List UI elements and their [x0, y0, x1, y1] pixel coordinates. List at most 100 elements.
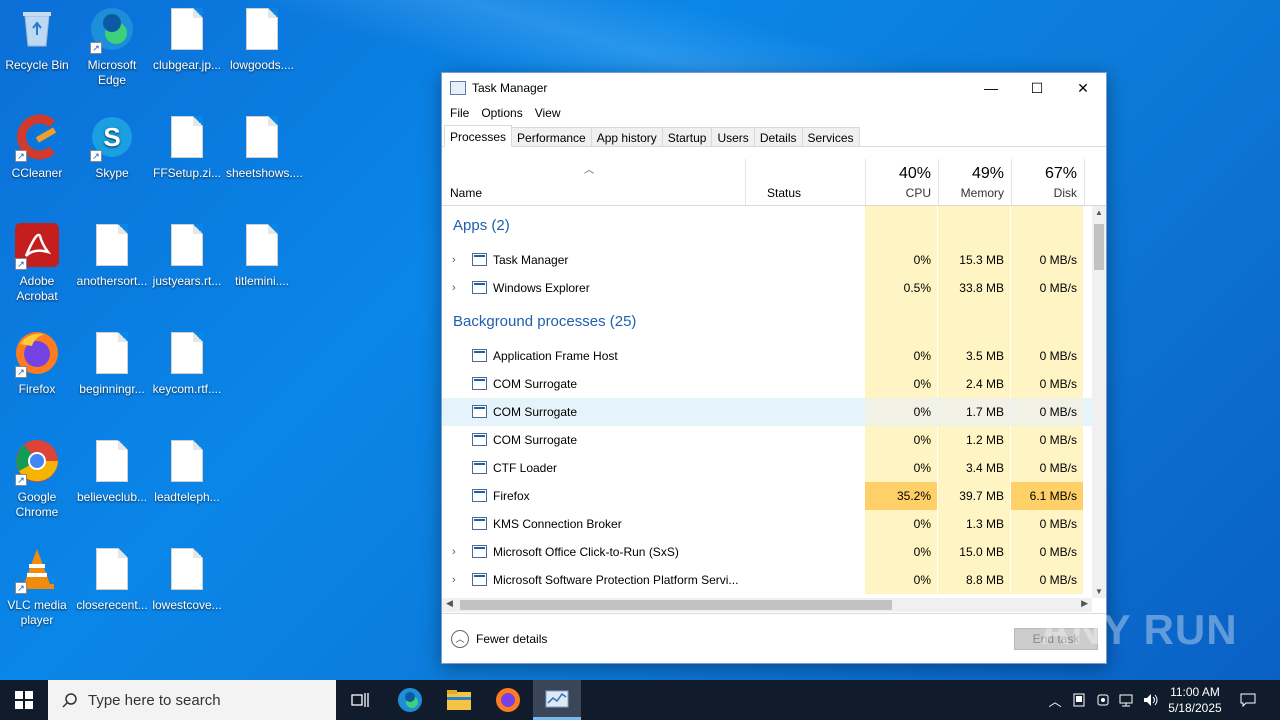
tab-performance[interactable]: Performance [511, 127, 592, 146]
desktop-icon[interactable]: ↗ Adobe Acrobat [1, 222, 73, 304]
column-status[interactable]: Status [767, 186, 801, 200]
tab-details[interactable]: Details [753, 127, 803, 146]
expand-chevron-icon[interactable]: › [452, 538, 456, 566]
column-cpu[interactable]: CPU [865, 186, 931, 200]
process-row[interactable]: Firefox 35.2% 39.7 MB 6.1 MB/s [442, 482, 1092, 510]
desktop-icon[interactable]: S ↗ Skype [76, 114, 148, 181]
desktop-icon[interactable]: lowgoods.... [226, 6, 298, 73]
desktop-icon[interactable]: sheetshows.... [226, 114, 303, 181]
process-row[interactable]: KMS Connection Broker 0% 1.3 MB 0 MB/s [442, 510, 1092, 538]
column-disk[interactable]: Disk [1011, 186, 1077, 200]
clock[interactable]: 11:00 AM 5/18/2025 [1162, 684, 1228, 716]
scroll-down-icon[interactable]: ▼ [1095, 587, 1103, 596]
device-icon [1097, 694, 1109, 706]
process-row[interactable]: Application Frame Host 0% 3.5 MB 0 MB/s [442, 342, 1092, 370]
ccleaner-icon: ↗ [13, 114, 61, 162]
desktop-icon[interactable]: anothersort... [76, 222, 148, 289]
desktop-icon[interactable]: keycom.rtf.... [151, 330, 223, 397]
horizontal-scroll-thumb[interactable] [460, 600, 892, 610]
scroll-left-icon[interactable]: ◀ [446, 598, 453, 609]
fewer-details-button[interactable]: ︿ Fewer details [451, 630, 547, 648]
process-row[interactable]: CTF Loader 0% 3.4 MB 0 MB/s [442, 454, 1092, 482]
network-button[interactable] [1116, 680, 1138, 720]
tab-processes[interactable]: Processes [444, 125, 513, 147]
process-icon [472, 377, 487, 390]
desktop-icon[interactable]: Recycle Bin [1, 6, 73, 73]
desktop-icon[interactable]: ↗ VLC media player [1, 546, 73, 628]
group-row-background: Background processes (25) [442, 302, 1092, 342]
process-name: COM Surrogate [493, 377, 578, 391]
process-row[interactable]: COM Surrogate 0% 1.7 MB 0 MB/s [442, 398, 1092, 426]
process-icon [472, 281, 487, 294]
expand-chevron-icon[interactable]: › [452, 246, 456, 274]
process-name: COM Surrogate [493, 405, 578, 419]
tab-users[interactable]: Users [711, 127, 755, 146]
desktop-icon[interactable]: leadteleph... [151, 438, 223, 505]
process-row[interactable]: COM Surrogate 0% 2.4 MB 0 MB/s [442, 370, 1092, 398]
process-row[interactable]: COM Surrogate 0% 1.2 MB 0 MB/s [442, 426, 1092, 454]
desktop-icon[interactable]: justyears.rt... [151, 222, 223, 289]
maximize-button[interactable]: ☐ [1014, 73, 1060, 103]
notification-icon [1240, 693, 1256, 707]
scroll-up-icon[interactable]: ▲ [1095, 208, 1103, 217]
process-icon [472, 489, 487, 502]
menu-view[interactable]: View [535, 106, 561, 120]
process-row[interactable]: › Microsoft Office Click-to-Run (SxS) 0% 15… [442, 538, 1092, 566]
taskbar-firefox[interactable] [484, 680, 532, 720]
start-button[interactable] [0, 680, 48, 720]
column-name[interactable]: Name [450, 186, 482, 200]
desktop-icon[interactable]: ↗ Google Chrome [1, 438, 73, 520]
taskbar-task-manager[interactable] [533, 680, 581, 720]
desktop-icon[interactable]: clubgear.jp... [151, 6, 223, 73]
expand-chevron-icon[interactable]: › [452, 566, 456, 594]
process-memory: 1.3 MB [965, 517, 1004, 531]
desktop-icon[interactable]: ↗ Firefox [1, 330, 73, 397]
show-hidden-icons[interactable]: ︿ [1044, 680, 1066, 720]
vertical-scrollbar[interactable]: ▲ ▼ [1092, 206, 1106, 598]
volume-button[interactable] [1140, 680, 1162, 720]
process-cpu: 35.2% [896, 489, 931, 503]
taskbar-search[interactable]: Type here to search [48, 680, 336, 720]
close-button[interactable]: ✕ [1060, 73, 1106, 103]
desktop-icon-label: lowestcove... [152, 598, 222, 612]
desktop-icon[interactable]: believeclub... [76, 438, 148, 505]
tab-services[interactable]: Services [801, 127, 860, 146]
process-name: Windows Explorer [493, 281, 590, 295]
desktop-icon[interactable]: ↗ Microsoft Edge [76, 6, 148, 88]
process-row[interactable]: › Windows Explorer 0.5% 33.8 MB 0 MB/s [442, 274, 1092, 302]
process-disk: 0 MB/s [1039, 377, 1077, 391]
column-memory[interactable]: Memory [938, 186, 1004, 200]
disk-percent[interactable]: 67% [1011, 165, 1077, 183]
title-bar[interactable]: Task Manager — ☐ ✕ [442, 73, 1106, 103]
cpu-percent[interactable]: 40% [865, 165, 931, 183]
desktop-icon[interactable]: lowestcove... [151, 546, 223, 613]
desktop-icon[interactable]: titlemini.... [226, 222, 298, 289]
taskbar-edge[interactable] [386, 680, 434, 720]
minimize-button[interactable]: — [968, 73, 1014, 103]
desktop-icon[interactable]: closerecent... [76, 546, 148, 613]
desktop-icon-label: sheetshows.... [226, 166, 303, 180]
desktop-icon[interactable]: FFSetup.zi... [151, 114, 223, 181]
tab-app-history[interactable]: App history [590, 127, 663, 146]
tray-device-icon[interactable] [1092, 680, 1114, 720]
menu-options[interactable]: Options [481, 106, 522, 120]
tray-app-icon[interactable] [1068, 680, 1090, 720]
process-row[interactable]: › Microsoft Software Protection Platform … [442, 566, 1092, 594]
horizontal-scrollbar[interactable]: ◀ ▶ [442, 598, 1092, 612]
file-icon [88, 222, 136, 270]
expand-chevron-icon[interactable]: › [452, 274, 456, 302]
tab-startup[interactable]: Startup [661, 127, 713, 146]
desktop-icon[interactable]: ↗ CCleaner [1, 114, 73, 181]
process-row[interactable]: › Task Manager 0% 15.3 MB 0 MB/s [442, 246, 1092, 274]
notifications-button[interactable] [1234, 680, 1262, 720]
process-cpu: 0.5% [903, 281, 931, 295]
process-name: KMS Connection Broker [493, 517, 622, 531]
menu-file[interactable]: File [450, 106, 469, 120]
footer: ︿ Fewer details End task [442, 613, 1106, 663]
vertical-scroll-thumb[interactable] [1094, 224, 1104, 270]
taskbar-file-explorer[interactable] [435, 680, 483, 720]
process-cpu: 0% [913, 461, 931, 475]
task-view-button[interactable] [336, 680, 384, 720]
desktop-icon[interactable]: beginningr... [76, 330, 148, 397]
memory-percent[interactable]: 49% [938, 165, 1004, 183]
